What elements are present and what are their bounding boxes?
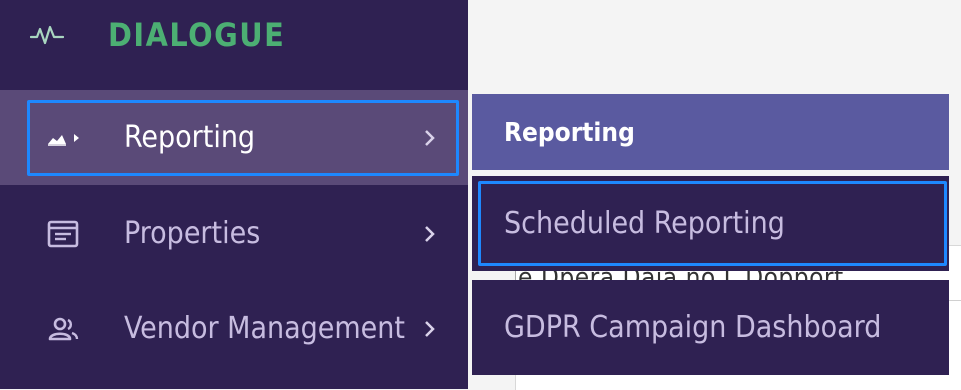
- activity-pulse-icon: [30, 25, 64, 45]
- sidebar-item-reporting[interactable]: Reporting: [0, 90, 468, 185]
- sidebar-item-vendor-management[interactable]: Vendor Management: [0, 281, 468, 376]
- chevron-right-icon: [425, 130, 435, 146]
- sidebar: DIALOGUE Reporting Properties Vendor Man…: [0, 0, 468, 389]
- submenu-item-gdpr-campaign-dashboard[interactable]: GDPR Campaign Dashboard: [472, 280, 949, 375]
- submenu-item-scheduled-reporting[interactable]: Scheduled Reporting: [472, 176, 949, 271]
- browser-window-icon: [47, 220, 79, 248]
- area-chart-icon: [48, 134, 79, 146]
- sidebar-item-label: Reporting: [124, 120, 256, 155]
- chevron-right-icon: [425, 226, 435, 242]
- brand-label: DIALOGUE: [108, 16, 286, 54]
- brand[interactable]: DIALOGUE: [0, 0, 468, 78]
- sidebar-item-label: Properties: [124, 216, 261, 251]
- sidebar-item-properties[interactable]: Properties: [0, 186, 468, 281]
- chevron-right-icon: [425, 321, 435, 337]
- people-icon: [48, 317, 79, 341]
- submenu-title: Reporting: [472, 94, 949, 170]
- sidebar-item-label: Vendor Management: [124, 311, 405, 346]
